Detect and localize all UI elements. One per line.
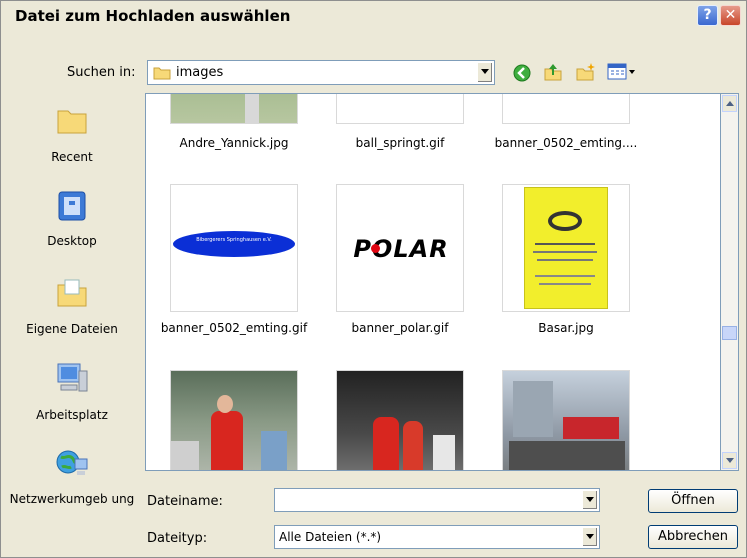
chevron-down-icon[interactable]	[477, 62, 493, 83]
scroll-thumb[interactable]	[722, 326, 737, 340]
filetype-label: Dateityp:	[147, 531, 208, 546]
file-thumb-banner-emting[interactable]: Bibergerers Springhausen e.V.	[170, 184, 298, 312]
open-button[interactable]: Öffnen	[648, 489, 738, 513]
back-icon[interactable]	[513, 64, 531, 82]
file-thumb-photo-2[interactable]	[336, 370, 464, 470]
place-arbeitsplatz[interactable]: Arbeitsplatz	[5, 361, 139, 441]
title-bar: Datei zum Hochladen auswählen ? ✕	[1, 1, 746, 31]
look-in-value: images	[176, 65, 224, 80]
place-eigene-dateien[interactable]: Eigene Dateien	[5, 275, 139, 355]
file-thumb-andre[interactable]	[170, 94, 298, 124]
window-title: Datei zum Hochladen auswählen	[15, 7, 291, 25]
computer-icon	[57, 363, 88, 392]
chevron-down-icon[interactable]	[582, 527, 598, 547]
file-name[interactable]: banner_0502_emting.gif	[154, 321, 314, 335]
recent-folder-icon	[57, 110, 87, 134]
documents-folder-icon	[57, 279, 87, 307]
file-list-view[interactable]: Andre_Yannick.jpg ball_springt.gif banne…	[145, 93, 721, 471]
filetype-select[interactable]: Alle Dateien (*.*)	[274, 525, 600, 549]
file-thumb-photo-3[interactable]	[502, 370, 630, 470]
file-thumb-ball[interactable]	[336, 94, 464, 124]
filename-input[interactable]	[274, 488, 600, 512]
file-thumb-basar[interactable]	[502, 184, 630, 312]
file-thumb-photo-1[interactable]	[170, 370, 298, 470]
close-button[interactable]: ✕	[720, 5, 741, 26]
folder-icon	[153, 67, 171, 80]
chevron-down-icon[interactable]	[582, 490, 598, 510]
new-folder-icon[interactable]	[575, 62, 597, 82]
file-name[interactable]: banner_polar.gif	[320, 321, 480, 335]
file-thumb-banner-polar[interactable]: POLAR	[336, 184, 464, 312]
file-open-dialog: Datei zum Hochladen auswählen ? ✕ Suchen…	[0, 0, 747, 558]
desktop-icon	[58, 191, 86, 221]
filename-label: Dateiname:	[147, 494, 223, 509]
cancel-button[interactable]: Abbrechen	[648, 525, 738, 549]
place-netzwerk[interactable]: Netzwerkumgeb ung	[5, 447, 139, 527]
look-in-label: Suchen in:	[67, 65, 136, 80]
file-name[interactable]: ball_springt.gif	[320, 136, 480, 150]
network-icon	[56, 450, 88, 475]
file-thumb-banner-partial[interactable]	[502, 94, 630, 124]
look-in-combo[interactable]: images	[147, 60, 495, 85]
file-name[interactable]: Andre_Yannick.jpg	[154, 136, 314, 150]
polar-logo: POLAR	[353, 235, 449, 263]
place-recent[interactable]: Recent	[5, 103, 139, 183]
scroll-down-button[interactable]	[722, 452, 737, 469]
banner-text: Bibergerers Springhausen e.V.	[196, 237, 272, 243]
polar-dot	[371, 244, 380, 253]
vertical-scrollbar[interactable]	[721, 93, 739, 471]
file-name[interactable]: banner_0502_emting....	[486, 136, 646, 150]
scroll-up-button[interactable]	[722, 95, 737, 112]
file-name[interactable]: Basar.jpg	[486, 321, 646, 335]
help-button[interactable]: ?	[697, 5, 718, 26]
place-desktop[interactable]: Desktop	[5, 189, 139, 269]
up-folder-icon[interactable]	[543, 62, 563, 82]
view-menu-icon[interactable]	[607, 63, 637, 81]
